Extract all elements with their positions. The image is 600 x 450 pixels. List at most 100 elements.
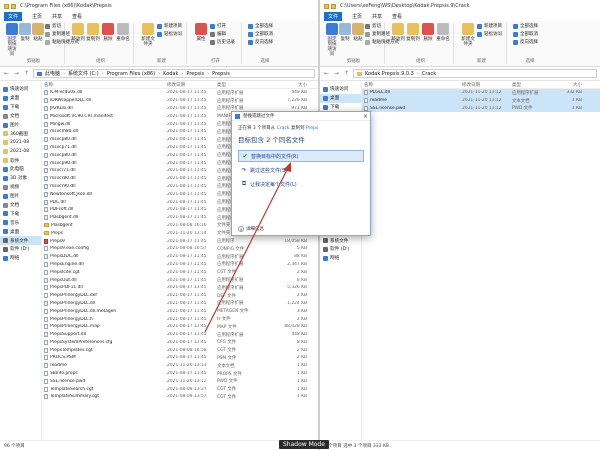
- breadcrumb-item[interactable]: 此电脑: [45, 70, 60, 77]
- nav-item[interactable]: 软件 (D:): [0, 245, 41, 254]
- nav-item[interactable]: 桌面: [320, 93, 361, 103]
- nav-item[interactable]: 快速访问: [320, 85, 361, 94]
- file-row[interactable]: PLGLL.dll 2021-11-20 13:12 应用程序扩展 332 KB: [362, 89, 600, 97]
- file-row[interactable]: Preps9.exe.config 2021-08-08 16:57 CONFIG …: [42, 245, 318, 253]
- open-button[interactable]: 打开: [210, 23, 235, 29]
- copy-button[interactable]: 复制: [339, 23, 351, 42]
- file-row[interactable]: IDRWrapperDLL.dll 2021-08-17 11:45 应用程序扩展 7…: [42, 97, 318, 105]
- file-row[interactable]: PrepsPrinergyDLL.dll 2021-08-17 11:45 应用程序…: [42, 300, 318, 308]
- nav-item[interactable]: 图片: [0, 121, 41, 130]
- file-row[interactable]: SSL.license.pwd 2021-11-20 13:12 PWD 文件 1 K…: [42, 377, 318, 385]
- file-row[interactable]: readme 2021-11-20 13:13 文本文档 1 KB: [42, 362, 318, 370]
- new-folder-button[interactable]: 新建文件夹: [460, 23, 476, 47]
- up-arrow-icon[interactable]: ↑: [23, 70, 30, 77]
- title-bar[interactable]: C:\Program Files (x86)\Kodak\Prepsis: [0, 0, 318, 12]
- breadcrumb-item[interactable]: Kodak.Prepsis.9.0.3: [365, 71, 414, 77]
- file-row[interactable]: TemplateSearch.cgt 2021-08-08 13:27 CGT 文件…: [42, 385, 318, 393]
- rename-button[interactable]: 重命名: [436, 23, 450, 42]
- file-row[interactable]: PrepsSupport.dll 2021-08-17 11:45 应用程序扩展 44…: [42, 331, 318, 339]
- copy-button[interactable]: 复制: [19, 23, 31, 42]
- menu-share[interactable]: 共享: [52, 13, 62, 20]
- nav-item[interactable]: 下载: [0, 209, 41, 218]
- column-size[interactable]: 大小: [554, 82, 584, 88]
- address-bar[interactable]: Kodak.Prepsis.9.0.3 › Crack: [353, 69, 597, 78]
- breadcrumb-item[interactable]: Prepsis: [186, 71, 204, 77]
- menu-share[interactable]: 共享: [372, 13, 382, 20]
- nav-item[interactable]: 视频: [0, 183, 41, 192]
- move-to-button[interactable]: 移动到: [391, 23, 405, 42]
- copy-to-button[interactable]: 复制到: [86, 23, 100, 42]
- nav-item[interactable]: 3D 对象: [0, 174, 41, 183]
- decide-each-file-option[interactable]: ⧉ 让我决定每个文件(L): [238, 178, 364, 190]
- nav-item[interactable]: 2021-08: [0, 147, 41, 156]
- nav-item[interactable]: 图片: [0, 192, 41, 201]
- copy-to-button[interactable]: 复制到: [406, 23, 420, 42]
- nav-item[interactable]: 文档: [0, 201, 41, 210]
- file-row[interactable]: PrepsEngine.dll 2021-08-17 11:45 应用程序扩展 2,3…: [42, 261, 318, 269]
- new-folder-button[interactable]: 新建文件夹: [140, 23, 156, 47]
- nav-item[interactable]: 快速访问: [0, 85, 41, 94]
- select-all-button[interactable]: 全部选择: [513, 23, 538, 29]
- nav-item[interactable]: 软件: [0, 156, 41, 165]
- file-row[interactable]: PrepsDDC.dll 2021-08-17 11:45 应用程序扩展 88 KB: [42, 253, 318, 261]
- rename-button[interactable]: 重命名: [116, 23, 130, 42]
- file-row[interactable]: PrepsPDF11.dll 2021-08-17 11:45 应用程序扩展 5,32…: [42, 284, 318, 292]
- easy-access-button[interactable]: 轻松访问: [157, 31, 182, 37]
- menu-home[interactable]: 主页: [352, 13, 362, 20]
- nav-item[interactable]: 系统文件: [320, 236, 361, 245]
- column-name[interactable]: 名称: [42, 82, 167, 88]
- nav-item[interactable]: 桌面: [0, 94, 41, 103]
- file-row[interactable]: SSL.license.pwd 2021-11-20 13:12 PWD 文件 1 K…: [362, 104, 600, 113]
- nav-item[interactable]: 软件 (D:): [320, 245, 361, 254]
- forward-arrow-icon[interactable]: →: [333, 70, 340, 77]
- file-row[interactable]: ICM-vc4u0x.dll 2021-08-17 11:45 应用程序扩展 448 …: [42, 89, 318, 97]
- file-row[interactable]: TemplateSummary.cgt 2021-08-08 13:57 CGT 文…: [42, 393, 318, 401]
- close-icon[interactable]: ×: [361, 113, 370, 120]
- nav-item[interactable]: 2021-08: [0, 138, 41, 147]
- title-bar[interactable]: C:\Users\xeFeng\WS\Desktop\Kodak.Prepsis…: [320, 0, 600, 12]
- destination-folder-link[interactable]: Preps: [306, 126, 318, 131]
- source-folder-link[interactable]: Crack: [277, 126, 290, 131]
- column-type[interactable]: 类型: [217, 82, 269, 88]
- breadcrumb-item[interactable]: Kodak: [163, 71, 178, 77]
- select-all-button[interactable]: 全部选择: [248, 23, 273, 29]
- pin-button[interactable]: 固定到快速访问: [6, 23, 18, 57]
- menu-file[interactable]: 文件: [4, 12, 23, 21]
- file-row[interactable]: PrepsIcde.cgt 2021-08-17 11:45 CGT 文件 2 KB: [42, 268, 318, 276]
- select-none-button[interactable]: 全部取消: [248, 31, 273, 37]
- nav-item[interactable]: 网络: [0, 254, 41, 263]
- column-name[interactable]: 名称: [362, 82, 462, 88]
- column-date[interactable]: 修改日期: [462, 82, 512, 88]
- invert-selection-button[interactable]: 反向选择: [513, 39, 538, 45]
- details-toggle[interactable]: v 详细信息: [238, 226, 264, 232]
- edit-button[interactable]: 编辑: [210, 31, 235, 37]
- new-item-button[interactable]: 新建项目: [157, 23, 182, 29]
- nav-item[interactable]: 桌面: [0, 227, 41, 236]
- column-date[interactable]: 修改日期: [167, 82, 217, 88]
- nav-item[interactable]: 此电脑: [0, 165, 41, 174]
- dialog-title-bar[interactable]: 替换或跳过文件 ×: [232, 112, 370, 121]
- file-row[interactable]: SBInfo.props 2021-08-17 11:45 PROPS 文件 1 KB: [42, 370, 318, 378]
- menu-home[interactable]: 主页: [32, 13, 42, 20]
- nav-item[interactable]: 360截图: [0, 129, 41, 138]
- new-item-button[interactable]: 新建项目: [477, 23, 502, 29]
- file-row[interactable]: PROCS.PSM 2021-08-17 11:45 PSM 文件 2 KB: [42, 354, 318, 362]
- history-button[interactable]: 历史记录: [210, 39, 235, 45]
- delete-button[interactable]: 删除: [101, 23, 115, 42]
- easy-access-button[interactable]: 轻松访问: [477, 31, 502, 37]
- delete-button[interactable]: 删除: [421, 23, 435, 42]
- back-arrow-icon[interactable]: ←: [323, 70, 330, 77]
- menu-view[interactable]: 查看: [72, 13, 82, 20]
- move-to-button[interactable]: 移动到: [71, 23, 85, 42]
- select-none-button[interactable]: 全部取消: [513, 31, 538, 37]
- invert-selection-button[interactable]: 反向选择: [248, 39, 273, 45]
- paste-button[interactable]: 粘贴: [352, 23, 364, 42]
- properties-button[interactable]: 属性: [193, 23, 209, 42]
- breadcrumb-item[interactable]: 系统文件 (C:): [68, 70, 99, 77]
- column-size[interactable]: 大小: [269, 82, 309, 88]
- skip-files-option[interactable]: ↷ 跳过这些文件(S): [238, 164, 364, 176]
- file-row[interactable]: PrepsPrinergyDLL.map 2021-08-17 11:45 MAP …: [42, 323, 318, 331]
- nav-item[interactable]: 下载: [0, 103, 41, 112]
- nav-item[interactable]: 系统文件: [0, 236, 41, 246]
- menu-view[interactable]: 查看: [392, 13, 402, 20]
